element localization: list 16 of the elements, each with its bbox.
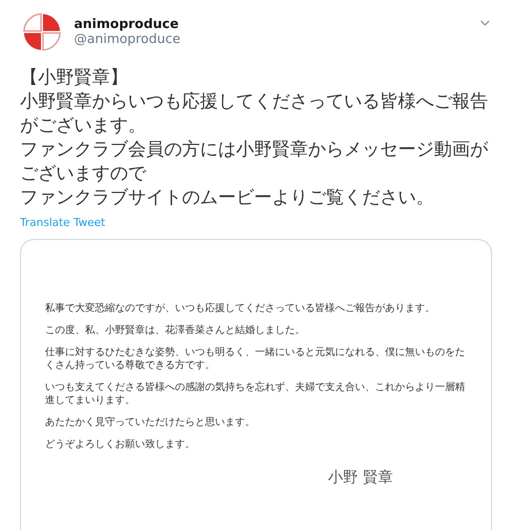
tweet-text-line: ファンクラブサイトのムービーよりご覧ください。 — [20, 186, 435, 210]
letter-paragraph: あたたかく見守っていただけたらと思います。 — [45, 416, 256, 429]
letter-paragraph: 仕事に対するひたむきな姿勢、いつも明るく、一緒にいると元気になれる、僕に無いものをたくさん持っている尊敬できる方です。 — [45, 346, 466, 372]
letter-paragraph: どうぞよろしくお願い致します。 — [45, 438, 196, 451]
letter-paragraph: この度、私、小野賢章は、花澤香菜さんと結婚しました。 — [45, 324, 306, 337]
tweet-text-line: 【小野賢章】 — [20, 66, 129, 90]
tweet-text-line: ファンクラブ会員の方には小野賢章からメッセージ動画がございますので — [20, 138, 488, 186]
logo-icon — [20, 10, 64, 54]
translate-link[interactable]: Translate Tweet — [20, 216, 106, 229]
letter-paragraph: 私事で大変恐縮なのですが、いつも応援してくださっている皆様へご報告があります。 — [45, 302, 436, 315]
document-card[interactable] — [20, 239, 492, 530]
letter-paragraph: いつも支えてくださる皆様への感謝の気持ちを忘れず、夫婦で支え合い、これからより一層精進してまいります。 — [45, 381, 466, 407]
tweet-text-line: 小野賢章からいつも応援してくださっている皆様へご報告がございます。 — [20, 90, 488, 138]
author-handle[interactable]: @animoproduce — [74, 32, 468, 47]
author-name[interactable]: animoproduce — [74, 17, 468, 32]
signature: 小野 賢章 — [328, 468, 393, 487]
